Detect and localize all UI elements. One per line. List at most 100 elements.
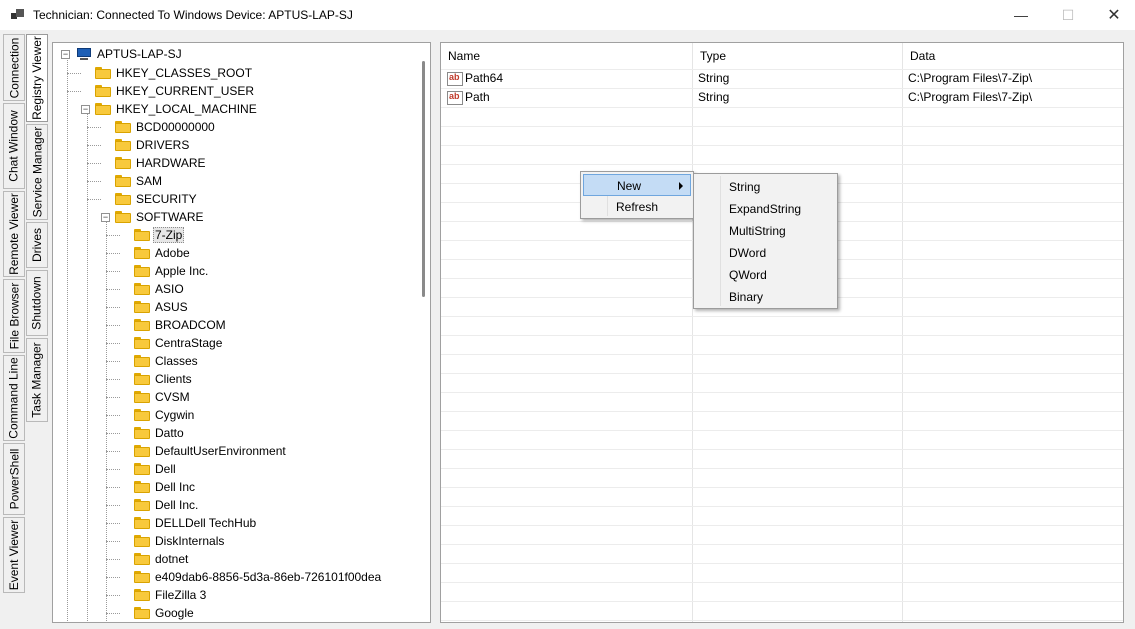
tree-node-key[interactable]: Cygwin xyxy=(134,406,196,424)
menu-item-binary[interactable]: Binary xyxy=(696,286,835,308)
folder-icon xyxy=(134,463,150,475)
value-type: String xyxy=(698,90,730,104)
folder-icon xyxy=(115,211,131,223)
tree-node-key[interactable]: dotnet xyxy=(134,550,190,568)
minimize-button[interactable]: — xyxy=(998,0,1044,30)
folder-icon xyxy=(115,193,131,205)
menu-item-multistring[interactable]: MultiString xyxy=(696,220,835,242)
menu-item-qword[interactable]: QWord xyxy=(696,264,835,286)
folder-icon xyxy=(115,121,131,133)
tree-node-key[interactable]: e409dab6-8856-5d3a-86eb-726101f00dea xyxy=(134,568,383,586)
folder-icon xyxy=(134,571,150,583)
tab-event-viewer[interactable]: Event Viewer xyxy=(3,517,25,593)
folder-icon xyxy=(134,373,150,385)
tree-node-root[interactable]: − APTUS-LAP-SJ xyxy=(61,45,184,63)
tab-remote-viewer[interactable]: Remote Viewer xyxy=(3,191,25,277)
context-menu: New Refresh xyxy=(580,171,694,219)
menu-item-new[interactable]: New xyxy=(583,174,691,196)
tree-node-key[interactable]: Apple Inc. xyxy=(134,262,210,280)
tab-registry-viewer[interactable]: Registry Viewer xyxy=(26,34,48,122)
tree-node-key[interactable]: Clients xyxy=(134,370,194,388)
scrollbar-thumb[interactable] xyxy=(422,61,425,297)
folder-icon xyxy=(134,481,150,493)
tab-shutdown[interactable]: Shutdown xyxy=(26,270,48,336)
tree-node-key[interactable]: SAM xyxy=(115,172,164,190)
tab-service-manager[interactable]: Service Manager xyxy=(26,124,48,220)
folder-icon xyxy=(115,139,131,151)
tree-node-key[interactable]: DefaultUserEnvironment xyxy=(134,442,288,460)
tree-node-key[interactable]: DELLDell TechHub xyxy=(134,514,258,532)
folder-icon xyxy=(134,265,150,277)
folder-icon xyxy=(115,157,131,169)
tab-chat-window[interactable]: Chat Window xyxy=(3,103,25,189)
close-button[interactable]: ✕ xyxy=(1091,0,1135,30)
tree-node-key[interactable]: BCD00000000 xyxy=(115,118,217,136)
collapse-icon[interactable]: − xyxy=(81,104,90,114)
tree-node-key[interactable]: Datto xyxy=(134,424,186,442)
tree-node-key[interactable]: Classes xyxy=(134,352,200,370)
tab-command-line[interactable]: Command Line xyxy=(3,355,25,441)
collapse-icon[interactable]: − xyxy=(61,49,70,59)
tree-node-software[interactable]: − SOFTWARE xyxy=(101,208,206,226)
tab-connection[interactable]: Connection xyxy=(3,34,25,101)
window-title: Technician: Connected To Windows Device:… xyxy=(33,8,353,22)
folder-icon xyxy=(134,229,150,241)
registry-tree[interactable]: − APTUS-LAP-SJ HKEY_CLASSES_ROOT HKEY_CU… xyxy=(52,42,431,623)
folder-icon xyxy=(134,355,150,367)
menu-item-dword[interactable]: DWord xyxy=(696,242,835,264)
folder-icon xyxy=(134,535,150,547)
tree-node-key[interactable]: Dell Inc. xyxy=(134,496,200,514)
close-icon: ✕ xyxy=(1107,7,1121,24)
tab-task-manager[interactable]: Task Manager xyxy=(26,338,48,422)
collapse-icon[interactable]: − xyxy=(101,212,110,222)
tree-node-hklm[interactable]: − HKEY_LOCAL_MACHINE xyxy=(81,100,259,118)
app-icon xyxy=(11,9,25,21)
tree-node-key[interactable]: HARDWARE xyxy=(115,154,208,172)
folder-icon xyxy=(134,589,150,601)
folder-icon xyxy=(134,247,150,259)
values-list[interactable]: Name Type Data ab Path64 String C:\Progra… xyxy=(440,42,1124,623)
column-header-name[interactable]: Name xyxy=(441,43,693,69)
tree-node-key[interactable]: BROADCOM xyxy=(134,316,228,334)
column-header-type[interactable]: Type xyxy=(693,43,903,69)
value-data: C:\Program Files\7-Zip\ xyxy=(908,71,1033,85)
column-header-data[interactable]: Data xyxy=(903,43,1123,69)
folder-icon xyxy=(134,391,150,403)
tree-node-key[interactable]: ASUS xyxy=(134,298,190,316)
tree-scrollbar[interactable] xyxy=(417,43,430,622)
tree-node-key[interactable]: 7-Zip xyxy=(134,226,185,244)
menu-item-refresh[interactable]: Refresh xyxy=(583,196,691,218)
tree-node-key[interactable]: SECURITY xyxy=(115,190,199,208)
maximize-button[interactable]: ☐ xyxy=(1045,0,1091,30)
tree-node-key[interactable]: CVSM xyxy=(134,388,192,406)
tree-node-key[interactable]: Dell xyxy=(134,460,178,478)
tree-node-hkcr[interactable]: HKEY_CLASSES_ROOT xyxy=(95,64,254,82)
tab-powershell[interactable]: PowerShell xyxy=(3,443,25,515)
tree-node-key[interactable]: Adobe xyxy=(134,244,192,262)
folder-icon xyxy=(115,175,131,187)
tree-node-key[interactable]: DiskInternals xyxy=(134,532,226,550)
table-row[interactable]: ab Path64 xyxy=(447,69,503,88)
menu-item-expandstring[interactable]: ExpandString xyxy=(696,198,835,220)
tree-node-key[interactable]: Dell Inc xyxy=(134,478,197,496)
string-value-icon: ab xyxy=(447,90,463,105)
tree-node-hkcu[interactable]: HKEY_CURRENT_USER xyxy=(95,82,256,100)
folder-icon xyxy=(134,517,150,529)
folder-icon xyxy=(134,319,150,331)
tree-node-key[interactable]: Google xyxy=(134,604,196,622)
table-row[interactable]: ab Path xyxy=(447,88,490,107)
tab-drives[interactable]: Drives xyxy=(26,222,48,268)
menu-item-string[interactable]: String xyxy=(696,176,835,198)
tree-node-key[interactable]: FileZilla 3 xyxy=(134,586,208,604)
folder-icon xyxy=(134,337,150,349)
folder-icon xyxy=(95,67,111,79)
tree-node-key[interactable]: CentraStage xyxy=(134,334,224,352)
folder-icon xyxy=(134,445,150,457)
folder-icon xyxy=(134,301,150,313)
computer-icon xyxy=(76,47,92,61)
tree-node-key[interactable]: DRIVERS xyxy=(115,136,191,154)
tree-node-key[interactable]: ASIO xyxy=(134,280,186,298)
folder-icon xyxy=(134,283,150,295)
minimize-icon: — xyxy=(1014,7,1028,23)
tab-file-browser[interactable]: File Browser xyxy=(3,279,25,353)
